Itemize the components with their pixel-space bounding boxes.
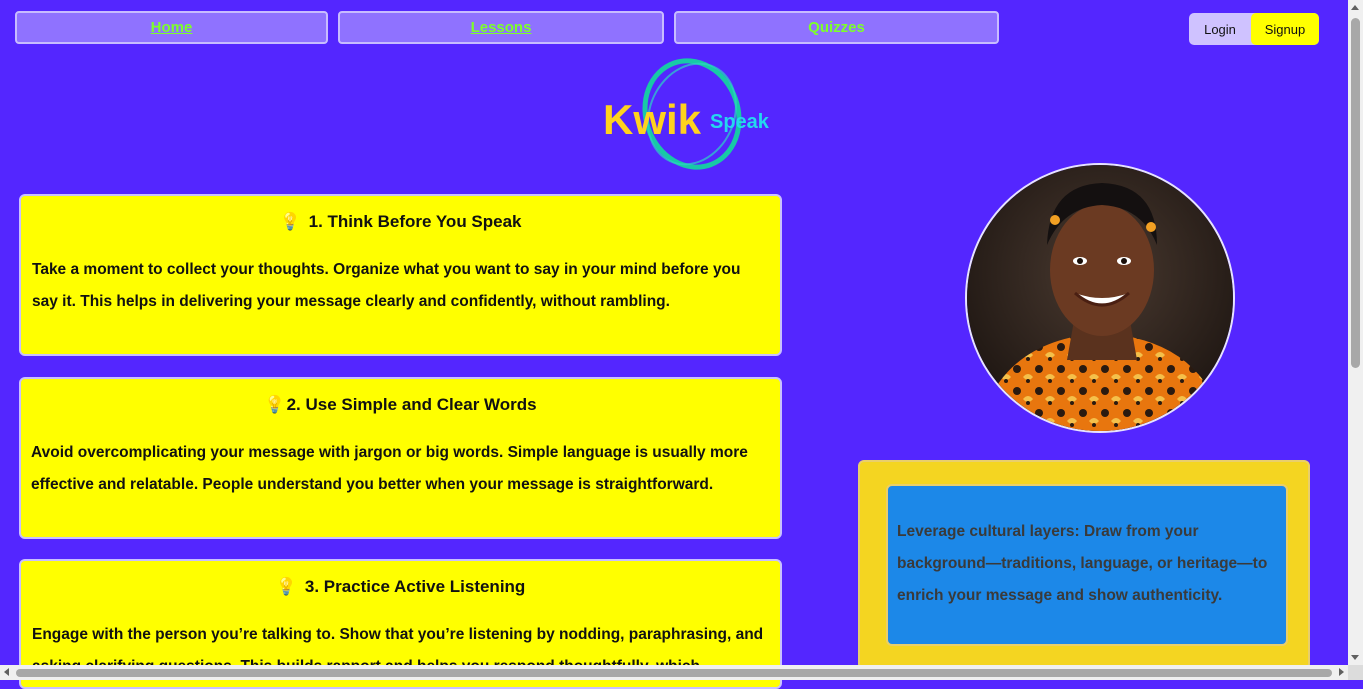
lightbulb-icon: 💡 — [279, 212, 301, 231]
speaker-portrait — [965, 163, 1235, 433]
scroll-right-arrow-icon[interactable] — [1339, 668, 1344, 676]
scroll-up-arrow-icon[interactable] — [1351, 5, 1359, 10]
nav-quizzes-label: Quizzes — [808, 19, 865, 36]
nav-quizzes-button[interactable]: Quizzes — [674, 11, 999, 44]
kwikspeak-logo[interactable]: Kwik Speak — [600, 56, 784, 176]
vertical-scrollbar[interactable] — [1348, 0, 1363, 665]
tip-card: 💡 1. Think Before You Speak Take a moment… — [19, 194, 782, 356]
lightbulb-icon: 💡 — [275, 577, 297, 596]
nav-lessons-button[interactable]: Lessons — [338, 11, 664, 44]
tip-title-text: 2. Use Simple and Clear Words — [286, 395, 537, 414]
logo-speak-text: Speak — [710, 111, 770, 133]
tip-card-title: 💡 3. Practice Active Listening — [21, 577, 780, 597]
nav-home-button[interactable]: Home — [15, 11, 328, 44]
logo-kwik-text: Kwik — [603, 96, 702, 143]
tip-title-text: 1. Think Before You Speak — [308, 212, 522, 231]
cultural-tip-panel: Leverage cultural layers: Draw from your… — [858, 460, 1310, 670]
scroll-down-arrow-icon[interactable] — [1351, 655, 1359, 660]
tip-title-text: 3. Practice Active Listening — [304, 577, 526, 596]
nav-home-label: Home — [150, 19, 193, 36]
horizontal-scroll-thumb[interactable] — [16, 669, 1332, 677]
tip-card-title: 💡2. Use Simple and Clear Words — [21, 395, 780, 415]
nav-lessons-label: Lessons — [470, 19, 532, 36]
auth-group: Login Signup — [1189, 13, 1319, 45]
scrollbar-corner — [1348, 665, 1363, 680]
tip-card-body: Take a moment to collect your thoughts. … — [32, 261, 741, 310]
signup-button[interactable]: Signup — [1251, 13, 1319, 45]
login-button[interactable]: Login — [1189, 13, 1251, 45]
cultural-tip-box: Leverage cultural layers: Draw from your… — [886, 484, 1288, 646]
tip-card-title: 💡 1. Think Before You Speak — [21, 212, 780, 232]
cultural-tip-text: Leverage cultural layers: Draw from your… — [897, 523, 1268, 604]
tip-card-body: Avoid overcomplicating your message with… — [31, 444, 748, 493]
horizontal-scrollbar[interactable] — [0, 665, 1348, 680]
vertical-scroll-thumb[interactable] — [1351, 18, 1360, 368]
scroll-left-arrow-icon[interactable] — [4, 668, 9, 676]
lightbulb-icon: 💡 — [264, 395, 286, 414]
tip-card: 💡2. Use Simple and Clear Words Avoid ove… — [19, 377, 782, 539]
